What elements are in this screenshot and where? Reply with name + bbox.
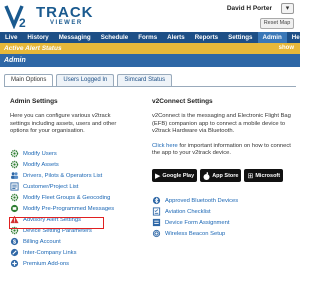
admin-settings-list: Modify Users Modify Assets Drivers, Pilo… bbox=[10, 148, 145, 269]
reset-map-button[interactable]: Reset Map bbox=[260, 18, 294, 29]
page-title: Admin bbox=[4, 57, 26, 64]
list-item[interactable]: Modify Fleet Groups & Geocoding bbox=[10, 192, 145, 203]
list-item[interactable]: Modify Users bbox=[10, 148, 145, 159]
list-item[interactable]: Aviation Checklist bbox=[152, 206, 297, 217]
gear-icon bbox=[10, 193, 19, 202]
tab-bar: Main Options Users Logged In Simcard Sta… bbox=[4, 74, 175, 86]
tab-users-logged-in[interactable]: Users Logged In bbox=[56, 74, 115, 86]
drivers-list-link[interactable]: Drivers, Pilots & Operators List bbox=[23, 173, 102, 179]
billing-account-link[interactable]: Billing Account bbox=[23, 239, 61, 245]
app-header: 2 TRACK VIEWER David H Porter ▾ Reset Ma… bbox=[0, 0, 300, 32]
page-title-bar: Admin bbox=[0, 54, 300, 67]
nav-schedule[interactable]: Schedule bbox=[96, 32, 134, 43]
v2-logo-icon: 2 bbox=[4, 5, 26, 29]
bluetooth-icon bbox=[152, 196, 161, 205]
apple-icon bbox=[203, 171, 210, 180]
alert-show-link[interactable]: show bbox=[279, 43, 294, 54]
nav-admin[interactable]: Admin bbox=[257, 32, 287, 43]
logo-subtitle: VIEWER bbox=[50, 20, 83, 26]
google-play-button[interactable]: ▶ Google Play bbox=[152, 169, 198, 182]
list-item[interactable]: Customer/Project List bbox=[10, 181, 145, 192]
list-item[interactable]: Modify Pre-Programmed Messages bbox=[10, 203, 145, 214]
svg-text:2: 2 bbox=[19, 16, 26, 29]
v2connect-heading: v2Connect Settings bbox=[152, 98, 213, 105]
app-store-button[interactable]: App Store bbox=[200, 169, 242, 182]
v2connect-section: v2Connect Settings v2Connect is the mess… bbox=[152, 98, 294, 158]
nav-forms[interactable]: Forms bbox=[133, 32, 162, 43]
premium-add-ons-link[interactable]: Premium Add-ons bbox=[23, 261, 69, 267]
app-store-label: App Store bbox=[212, 172, 239, 179]
aviation-checklist-link[interactable]: Aviation Checklist bbox=[165, 209, 211, 215]
nav-help[interactable]: Help bbox=[287, 32, 310, 43]
form-icon bbox=[152, 218, 161, 227]
v2connect-description: v2Connect is the messaging and Electroni… bbox=[152, 113, 291, 135]
people-icon bbox=[11, 172, 19, 179]
dollar-icon: $ bbox=[10, 237, 19, 246]
nav-reports[interactable]: Reports bbox=[190, 32, 223, 43]
play-store-icon: ▶ bbox=[155, 172, 161, 180]
admin-settings-description: Here you can configure various v2track s… bbox=[10, 113, 117, 135]
device-form-assignment-link[interactable]: Device Form Assignment bbox=[165, 220, 229, 226]
customer-project-list-link[interactable]: Customer/Project List bbox=[23, 184, 78, 190]
google-play-label: Google Play bbox=[162, 172, 195, 179]
link-icon bbox=[10, 248, 19, 257]
list-item[interactable]: $ Billing Account bbox=[10, 236, 145, 247]
v2connect-info: Click here for important information on … bbox=[152, 143, 294, 158]
admin-settings-heading: Admin Settings bbox=[10, 98, 58, 105]
pre-programmed-messages-link[interactable]: Modify Pre-Programmed Messages bbox=[23, 206, 114, 212]
list-icon bbox=[10, 182, 19, 191]
inter-company-links-link[interactable]: Inter-Company Links bbox=[23, 250, 76, 256]
nav-history[interactable]: History bbox=[22, 32, 53, 43]
nav-live[interactable]: Live bbox=[0, 32, 22, 43]
gear-icon bbox=[10, 149, 19, 158]
modify-assets-link[interactable]: Modify Assets bbox=[23, 162, 59, 168]
microsoft-store-button[interactable]: ⊞ Microsoft bbox=[244, 169, 284, 182]
logo-text: TRACK bbox=[36, 4, 94, 21]
microsoft-label: Microsoft bbox=[255, 172, 281, 179]
user-name[interactable]: David H Porter bbox=[227, 5, 272, 12]
list-item[interactable]: Approved Bluetooth Devices bbox=[152, 195, 297, 206]
list-item[interactable]: Wireless Beacon Setup bbox=[152, 228, 297, 239]
modify-users-link[interactable]: Modify Users bbox=[23, 151, 57, 157]
message-icon bbox=[10, 204, 19, 213]
wireless-beacon-setup-link[interactable]: Wireless Beacon Setup bbox=[165, 231, 225, 237]
plus-icon bbox=[10, 259, 19, 268]
beacon-icon bbox=[152, 229, 161, 238]
tab-divider bbox=[4, 86, 296, 87]
highlight-box bbox=[9, 217, 104, 229]
nav-messaging[interactable]: Messaging bbox=[54, 32, 96, 43]
alert-bar-title: Active Alert Status bbox=[4, 45, 62, 52]
checklist-icon bbox=[152, 207, 161, 216]
admin-settings-section: Admin Settings Here you can configure va… bbox=[10, 98, 130, 136]
fleet-groups-link[interactable]: Modify Fleet Groups & Geocoding bbox=[23, 195, 110, 201]
list-item[interactable]: Drivers, Pilots & Operators List bbox=[10, 170, 145, 181]
list-item[interactable]: Modify Assets bbox=[10, 159, 145, 170]
tab-simcard-status[interactable]: Simcard Status bbox=[117, 74, 173, 86]
nav-settings[interactable]: Settings bbox=[223, 32, 257, 43]
app-store-badges: ▶ Google Play App Store ⊞ Microsoft bbox=[152, 169, 286, 182]
nav-alerts[interactable]: Alerts bbox=[162, 32, 190, 43]
list-item[interactable]: Device Form Assignment bbox=[152, 217, 297, 228]
list-item[interactable]: Inter-Company Links bbox=[10, 247, 145, 258]
approved-bluetooth-devices-link[interactable]: Approved Bluetooth Devices bbox=[165, 198, 238, 204]
windows-icon: ⊞ bbox=[247, 172, 254, 180]
list-item[interactable]: Premium Add-ons bbox=[10, 258, 145, 269]
active-alert-bar: Active Alert Status show bbox=[0, 43, 300, 54]
v2connect-settings-list: Approved Bluetooth Devices Aviation Chec… bbox=[152, 195, 297, 239]
user-menu-button[interactable]: ▾ bbox=[281, 3, 294, 14]
tab-main-options[interactable]: Main Options bbox=[4, 74, 54, 86]
click-here-link[interactable]: Click here bbox=[152, 143, 178, 149]
main-nav: Live History Messaging Schedule Forms Al… bbox=[0, 32, 305, 43]
gear-icon bbox=[10, 160, 19, 169]
